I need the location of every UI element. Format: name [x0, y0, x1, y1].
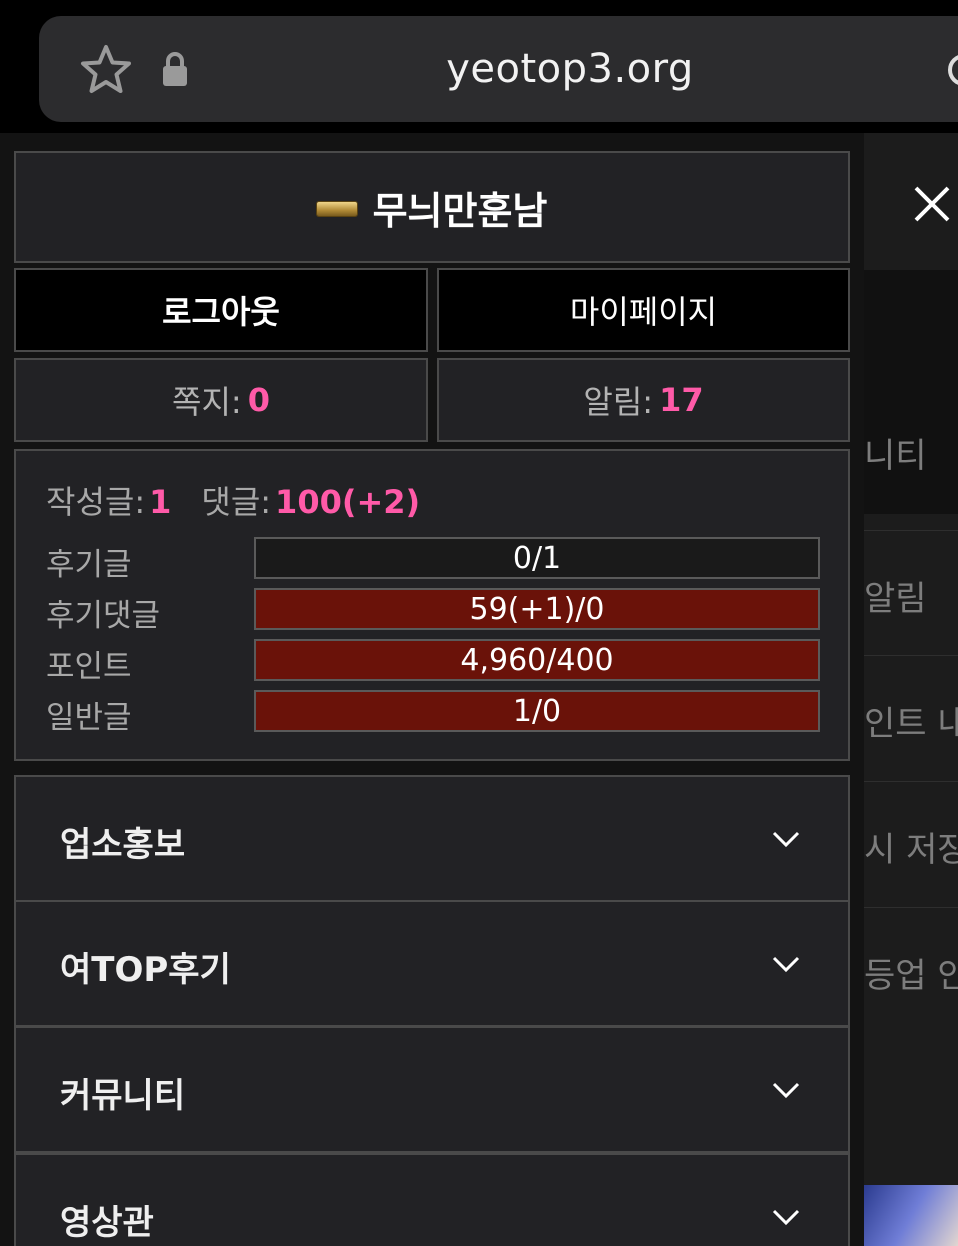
progress-value: 0/1	[512, 540, 562, 576]
menu-item-video[interactable]: 영상관	[14, 1153, 850, 1246]
logout-button[interactable]: 로그아웃	[14, 268, 428, 352]
progress-bar: 1/0	[254, 690, 820, 732]
progress-label: 후기글	[46, 547, 132, 583]
menu-item-community[interactable]: 커뮤니티	[14, 1026, 850, 1153]
progress-row: 후기댓글 59(+1)/0	[46, 588, 826, 634]
background-menu-item: 등업 안내	[864, 907, 958, 1033]
messages-label: 쪽지:	[172, 383, 242, 421]
progress-label: 일반글	[46, 700, 132, 736]
posts-count: 1	[149, 483, 172, 521]
background-menu-text: 등업 안내	[864, 956, 958, 996]
posts-label: 작성글:	[46, 483, 146, 521]
menu-item-promotion[interactable]: 업소홍보	[14, 775, 850, 902]
mypage-button[interactable]: 마이페이지	[437, 268, 850, 352]
rank-badge-icon	[316, 202, 357, 216]
menu-item-label: 여TOP후기	[60, 950, 231, 990]
page: yeotop3.org 니티 알림 인트 내역 시 저장함 등업 안내 무늬만훈…	[0, 0, 958, 1246]
progress-value: 59(+1)/0	[469, 591, 605, 627]
comments-label: 댓글:	[201, 483, 272, 521]
background-menu-item: 니티	[864, 388, 958, 514]
profile-header: 무늬만훈남	[14, 151, 850, 263]
progress-label: 후기댓글	[46, 598, 161, 634]
background-menu-item: 인트 내역	[864, 655, 958, 781]
background-menu-text: 니티	[864, 436, 927, 476]
activity-summary: 작성글: 1 댓글: 100(+2)	[46, 477, 420, 523]
progress-value: 4,960/400	[460, 642, 614, 678]
close-icon[interactable]	[908, 180, 956, 228]
alarms-button[interactable]: 알림: 17	[437, 358, 850, 442]
progress-bar: 59(+1)/0	[254, 588, 820, 630]
bookmark-star-icon[interactable]	[78, 42, 134, 98]
progress-row: 포인트 4,960/400	[46, 639, 826, 685]
chevron-down-icon	[772, 831, 800, 848]
lock-icon	[163, 52, 187, 86]
progress-bar: 4,960/400	[254, 639, 820, 681]
alarms-count: 17	[659, 381, 704, 419]
nickname: 무늬만훈남	[372, 188, 548, 233]
background-menu-text: 알림	[864, 579, 927, 619]
alarms-label: 알림:	[583, 383, 654, 421]
menu-item-label: 업소홍보	[60, 825, 186, 865]
progress-row: 일반글 1/0	[46, 690, 826, 736]
comments-count: 100(+2)	[275, 483, 421, 521]
chevron-down-icon	[772, 956, 800, 973]
progress-value: 1/0	[512, 693, 562, 729]
messages-button[interactable]: 쪽지: 0	[14, 358, 428, 442]
progress-label: 포인트	[46, 649, 132, 685]
progress-row: 후기글 0/1	[46, 537, 826, 583]
browser-toolbar: yeotop3.org	[0, 0, 958, 133]
chevron-down-icon	[772, 1082, 800, 1099]
background-menu-text: 인트 내역	[864, 704, 958, 744]
background-menu-item: 시 저장함	[864, 781, 958, 907]
menu-item-reviews[interactable]: 여TOP후기	[14, 900, 850, 1027]
progress-bar: 0/1	[254, 537, 820, 579]
background-block	[864, 270, 958, 390]
activity-panel: 작성글: 1 댓글: 100(+2) 후기글 0/1 후기댓글 59(+1)/0 포인…	[14, 449, 850, 761]
reload-icon[interactable]	[944, 50, 958, 90]
chevron-down-icon	[772, 1209, 800, 1226]
menu-item-label: 영상관	[60, 1203, 154, 1243]
background-menu-item: 알림	[864, 530, 958, 656]
messages-count: 0	[247, 381, 270, 419]
background-banner-image	[864, 1185, 958, 1246]
url-text[interactable]: yeotop3.org	[400, 46, 740, 92]
menu-item-label: 커뮤니티	[60, 1076, 186, 1116]
side-drawer: 무늬만훈남 로그아웃 마이페이지 쪽지: 0 알림: 17 작성글: 1 댓글: 10…	[0, 133, 864, 1246]
background-menu-text: 시 저장함	[864, 830, 958, 870]
